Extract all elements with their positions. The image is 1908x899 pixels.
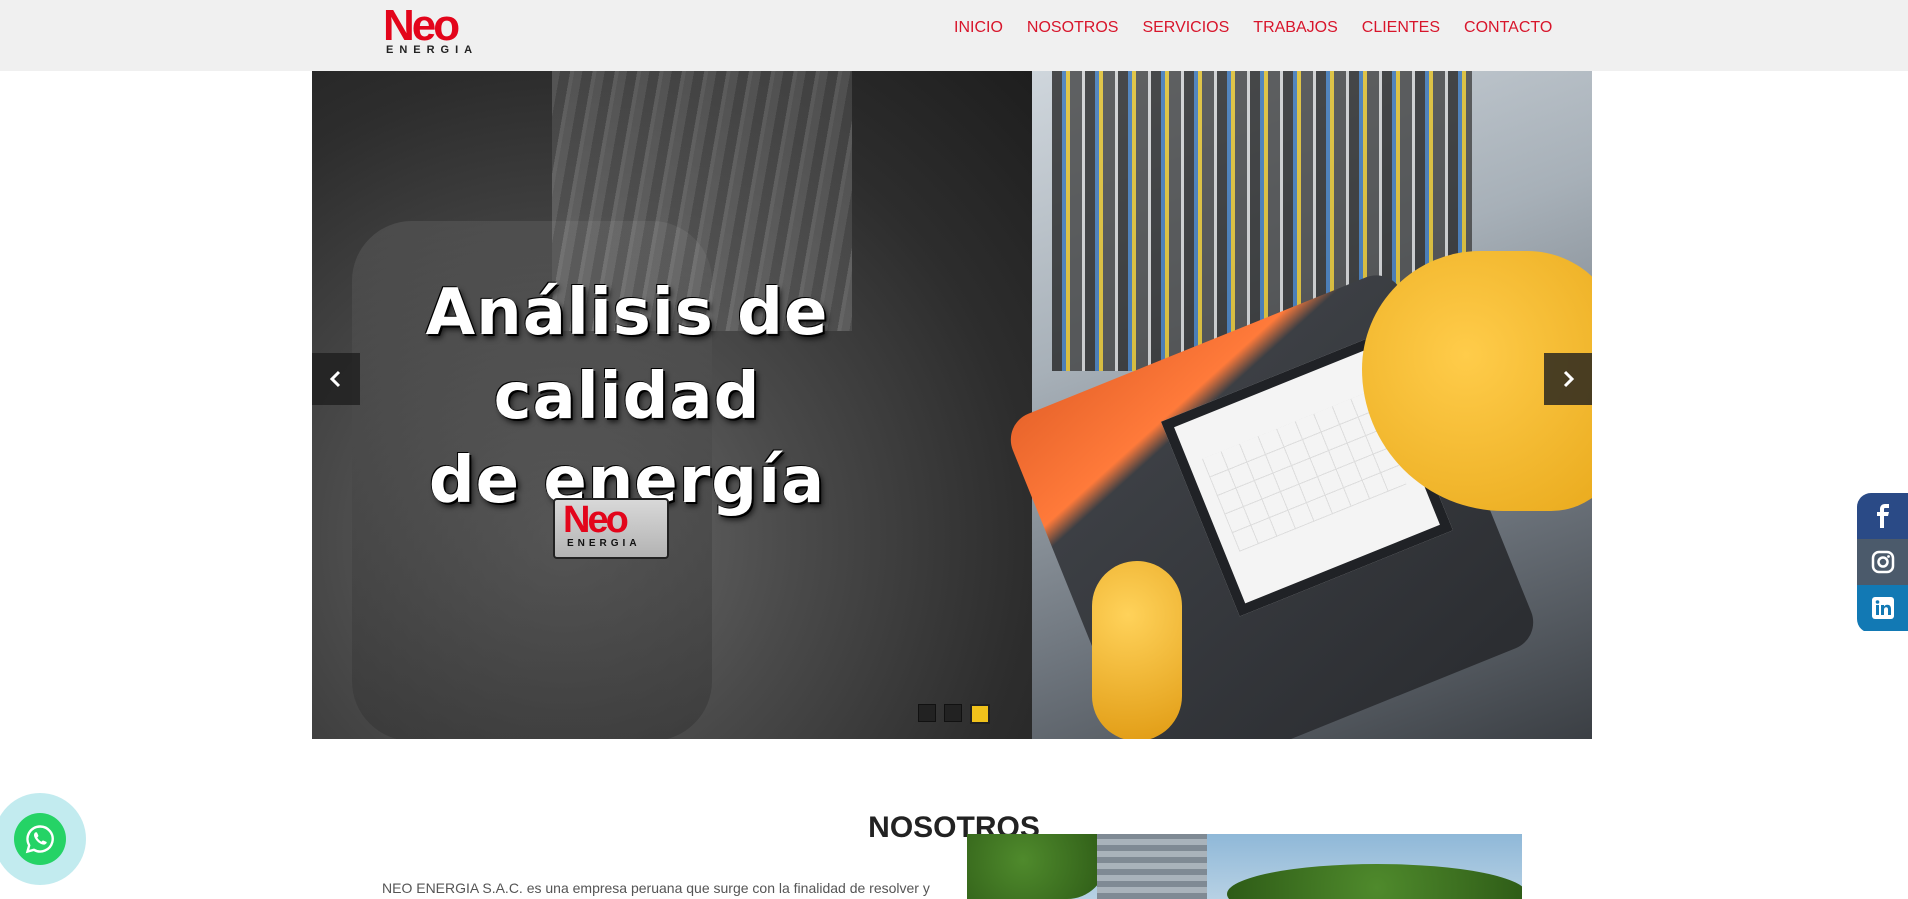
facebook-link[interactable] xyxy=(1857,493,1908,539)
slider-dot-3[interactable] xyxy=(970,704,990,724)
nav-contacto[interactable]: CONTACTO xyxy=(1464,16,1552,40)
linkedin-link[interactable] xyxy=(1857,585,1908,631)
logo-subtitle: ENERGIA xyxy=(386,44,479,56)
site-logo[interactable]: Neo ENERGIA xyxy=(383,4,493,58)
about-photo xyxy=(967,834,1522,899)
linkedin-icon xyxy=(1872,597,1894,619)
slider-dot-1[interactable] xyxy=(918,704,936,722)
whatsapp-icon xyxy=(25,825,54,854)
tree-shape xyxy=(967,834,1107,899)
hero-slider: Análisis de calidad de energía Neo ENERG… xyxy=(312,71,1592,739)
chevron-left-icon xyxy=(329,370,341,388)
slider-prev-button[interactable] xyxy=(312,353,360,405)
slide-title-line1: Análisis de calidad xyxy=(425,276,829,434)
thumb-shape xyxy=(1092,561,1182,739)
facebook-icon xyxy=(1877,504,1889,528)
whatsapp-button[interactable] xyxy=(14,813,66,865)
chevron-right-icon xyxy=(1563,370,1575,388)
badge-brand: Neo xyxy=(563,499,629,541)
slide-logo-badge: Neo ENERGIA xyxy=(553,498,669,559)
nav-servicios[interactable]: SERVICIOS xyxy=(1142,16,1229,40)
about-paragraph: NEO ENERGIA S.A.C. es una empresa peruan… xyxy=(382,880,930,896)
slide-title: Análisis de calidad de energía xyxy=(312,271,942,523)
badge-subtitle: ENERGIA xyxy=(567,538,641,549)
social-sidebar xyxy=(1857,493,1908,633)
site-header: Neo ENERGIA INICIO NOSOTROS SERVICIOS TR… xyxy=(0,0,1908,71)
nav-trabajos[interactable]: TRABAJOS xyxy=(1253,16,1337,40)
main-nav: INICIO NOSOTROS SERVICIOS TRABAJOS CLIEN… xyxy=(954,16,1576,40)
slide-photo-right xyxy=(1002,71,1592,739)
nav-inicio[interactable]: INICIO xyxy=(954,16,1003,40)
slider-dots xyxy=(918,704,990,724)
building-shape xyxy=(1097,834,1207,899)
section-title-nosotros: NOSOTROS xyxy=(868,810,1040,844)
instagram-link[interactable] xyxy=(1857,539,1908,585)
slider-dot-2[interactable] xyxy=(944,704,962,722)
instagram-icon xyxy=(1871,550,1895,574)
slider-next-button[interactable] xyxy=(1544,353,1592,405)
logo-brand: Neo xyxy=(383,1,460,50)
tree-shape-2 xyxy=(1227,864,1522,899)
nav-nosotros[interactable]: NOSOTROS xyxy=(1027,16,1119,40)
nav-clientes[interactable]: CLIENTES xyxy=(1362,16,1440,40)
